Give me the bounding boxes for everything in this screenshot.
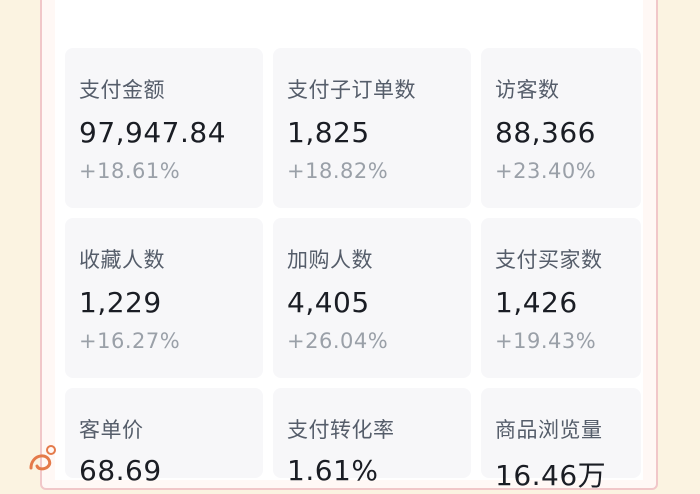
- metric-value: 1,426: [495, 286, 578, 319]
- metric-label: 商品浏览量: [495, 418, 603, 442]
- metric-change: +23.40%: [495, 159, 597, 183]
- metric-card-payment-amount[interactable]: 支付金额 97,947.84 +18.61%: [65, 48, 263, 208]
- metric-value: 1,825: [287, 116, 370, 149]
- metric-card-paying-buyers[interactable]: 支付买家数 1,426 +19.43%: [481, 218, 641, 378]
- metric-card-sub-orders[interactable]: 支付子订单数 1,825 +18.82%: [273, 48, 471, 208]
- metrics-grid: 支付金额 97,947.84 +18.61% 支付子订单数 1,825 +18.…: [65, 48, 643, 492]
- metric-label: 客单价: [79, 418, 144, 442]
- metric-label: 支付转化率: [287, 418, 395, 442]
- metric-card-avg-order-value[interactable]: 客单价 68.69: [65, 388, 263, 487]
- metric-label: 加购人数: [287, 248, 373, 272]
- metric-value: 4,405: [287, 286, 370, 319]
- metric-card-favorites[interactable]: 收藏人数 1,229 +16.27%: [65, 218, 263, 378]
- metric-value: 1.61%: [287, 454, 379, 487]
- metric-change: +19.43%: [495, 329, 597, 353]
- metric-card-conversion-rate[interactable]: 支付转化率 1.61%: [273, 388, 471, 487]
- metric-label: 支付买家数: [495, 248, 603, 272]
- metric-value: 97,947.84: [79, 116, 227, 149]
- metric-value: 88,366: [495, 116, 596, 149]
- metric-card-page-views[interactable]: 商品浏览量 16.46万: [481, 388, 641, 492]
- metric-label: 访客数: [495, 78, 560, 102]
- metric-label: 支付金额: [79, 78, 165, 102]
- metric-card-visitors[interactable]: 访客数 88,366 +23.40%: [481, 48, 641, 208]
- decorative-ornament-icon: [29, 445, 56, 471]
- metric-change: +18.61%: [79, 159, 181, 183]
- metric-change: +16.27%: [79, 329, 181, 353]
- metric-label: 收藏人数: [79, 248, 165, 272]
- metric-value: 1,229: [79, 286, 162, 319]
- metric-card-add-to-cart[interactable]: 加购人数 4,405 +26.04%: [273, 218, 471, 378]
- metric-label: 支付子订单数: [287, 78, 416, 102]
- metric-change: +18.82%: [287, 159, 389, 183]
- metric-change: +26.04%: [287, 329, 389, 353]
- top-header-area: [55, 0, 643, 40]
- metric-value: 16.46万: [495, 459, 607, 492]
- metric-value: 68.69: [79, 454, 162, 487]
